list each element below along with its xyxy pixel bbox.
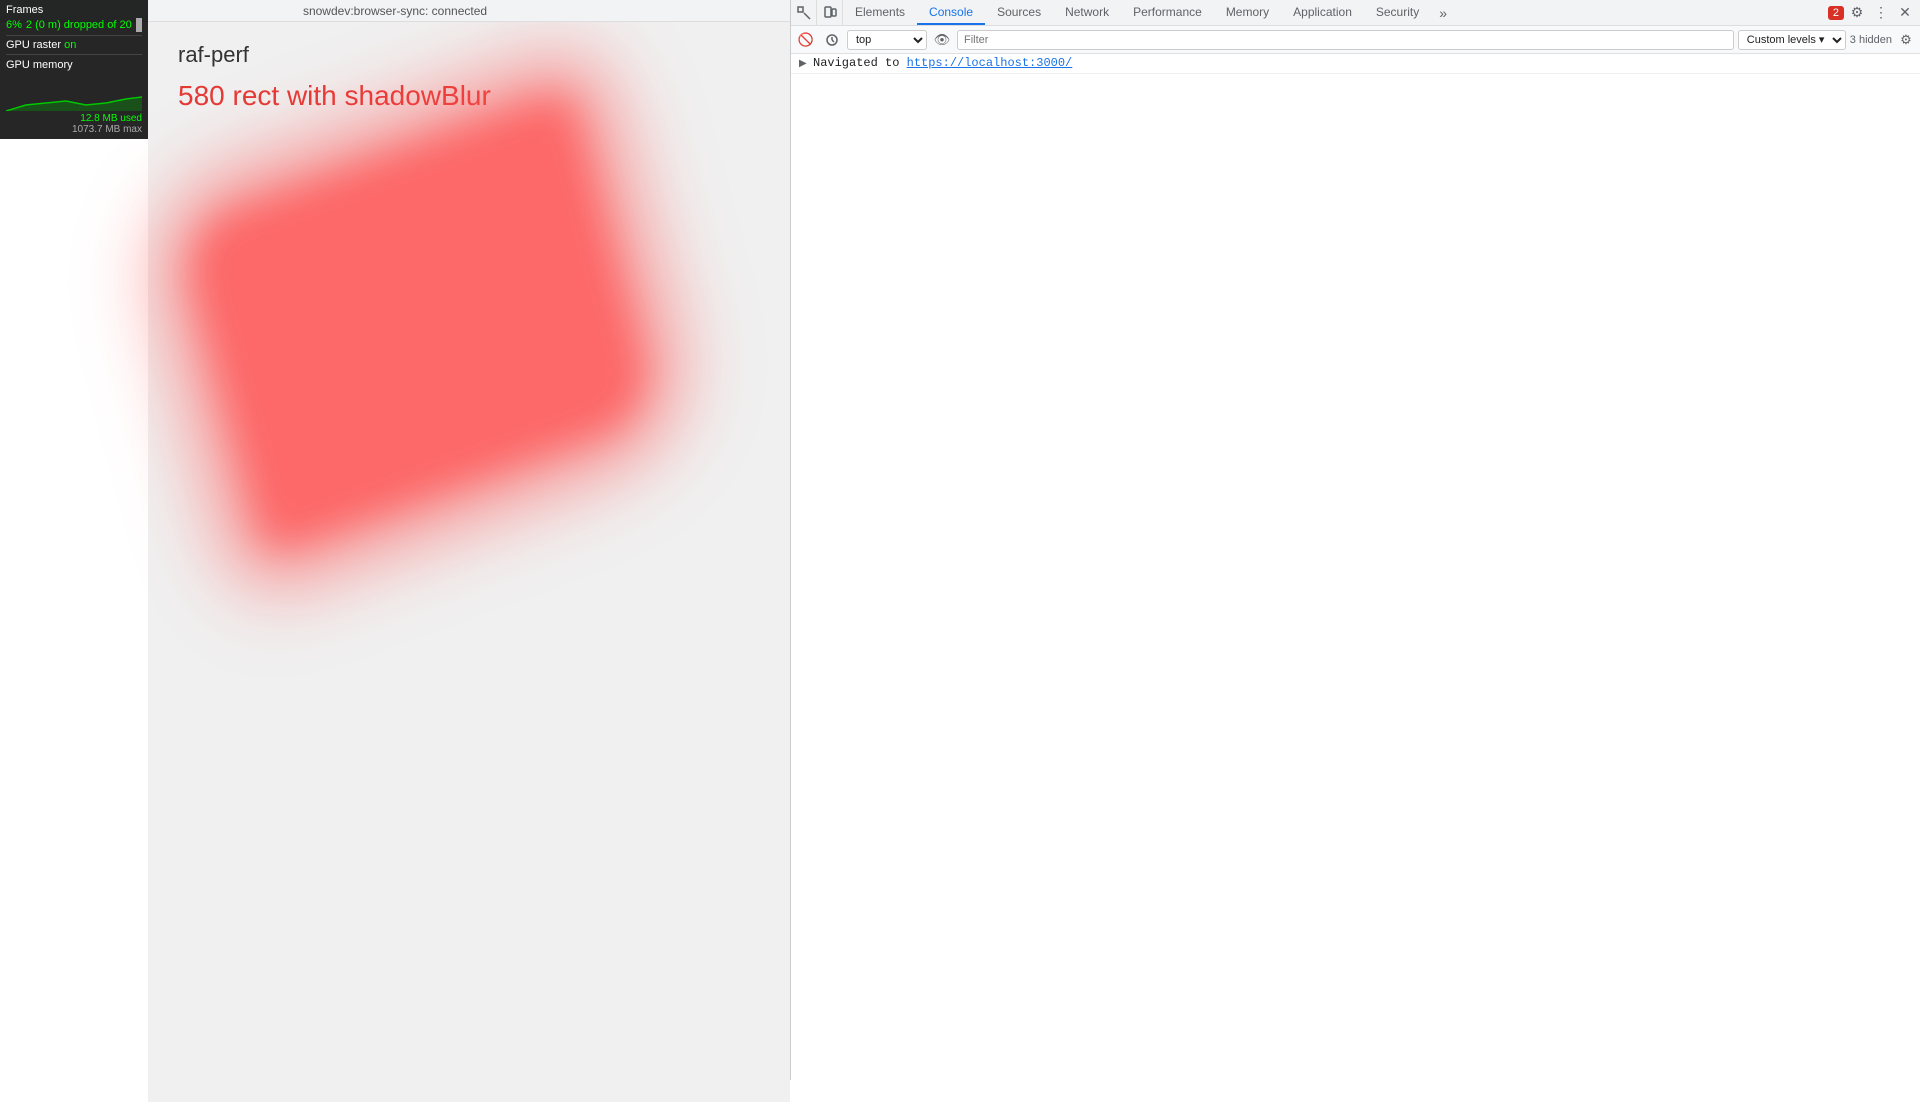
gpu-mem-used: 12.8 MB used xyxy=(80,113,142,124)
status-message: snowdev:browser-sync: connected xyxy=(303,4,487,18)
gpu-mem-max: 1073.7 MB max xyxy=(72,124,142,135)
devtools-more-icon[interactable]: ⋮ xyxy=(1870,2,1892,24)
shadow-rect xyxy=(176,85,659,558)
page-title: raf-perf xyxy=(178,42,760,68)
frames-bar xyxy=(136,18,142,32)
tab-security[interactable]: Security xyxy=(1364,0,1431,25)
device-mode-icon[interactable] xyxy=(817,0,843,25)
log-levels-select[interactable]: Custom levels ▾ xyxy=(1738,30,1846,50)
tab-sources[interactable]: Sources xyxy=(985,0,1053,25)
gpu-overlay: Frames 6% 2 (0 m) dropped of 20 GPU rast… xyxy=(0,0,148,139)
more-tabs-button[interactable]: » xyxy=(1431,0,1455,25)
gpu-mem-values: 12.8 MB used 1073.7 MB max xyxy=(6,113,142,135)
devtools-panel: Elements Console Sources Network Perform… xyxy=(790,0,1920,1080)
console-toolbar: 🚫 top 👁 Custom levels ▾ 3 hidden ⚙ xyxy=(791,26,1920,54)
navigate-url[interactable]: https://localhost:3000/ xyxy=(907,56,1073,70)
console-content[interactable]: ▶ Navigated to https://localhost:3000/ xyxy=(791,54,1920,1080)
devtools-settings-icon[interactable]: ⚙ xyxy=(1846,2,1868,24)
tab-performance[interactable]: Performance xyxy=(1121,0,1214,25)
clear-console-icon[interactable]: 🚫 xyxy=(795,29,817,51)
frames-dropped: 2 (0 m) dropped of 20 xyxy=(26,19,132,31)
hidden-count: 3 hidden xyxy=(1850,34,1892,46)
gpu-raster-label: GPU raster on xyxy=(6,39,142,51)
frames-label: Frames xyxy=(6,4,142,16)
tab-application[interactable]: Application xyxy=(1281,0,1364,25)
navigate-text: Navigated to https://localhost:3000/ xyxy=(813,56,1072,70)
devtools-tabs: Elements Console Sources Network Perform… xyxy=(843,0,1828,25)
gpu-raster-status: on xyxy=(64,39,76,51)
expand-icon[interactable]: ▶ xyxy=(799,56,813,70)
frames-percent: 6% xyxy=(6,19,22,31)
tab-console[interactable]: Console xyxy=(917,0,985,25)
console-settings-icon[interactable]: ⚙ xyxy=(1896,30,1916,50)
context-select[interactable]: top xyxy=(847,30,927,50)
frames-bar-container xyxy=(136,18,142,32)
page-subtitle: 580 rect with shadowBlur xyxy=(178,80,760,112)
preserve-log-icon[interactable] xyxy=(821,29,843,51)
canvas-area xyxy=(178,142,798,522)
inspect-element-icon[interactable] xyxy=(791,0,817,25)
tab-memory[interactable]: Memory xyxy=(1214,0,1281,25)
eye-icon[interactable]: 👁 xyxy=(931,29,953,51)
devtools-topbar: Elements Console Sources Network Perform… xyxy=(791,0,1920,26)
tab-elements[interactable]: Elements xyxy=(843,0,917,25)
gpu-mem-label: GPU memory xyxy=(6,59,142,71)
error-badge[interactable]: 2 xyxy=(1828,6,1844,20)
tab-network[interactable]: Network xyxy=(1053,0,1121,25)
console-navigate-row: ▶ Navigated to https://localhost:3000/ xyxy=(791,54,1920,74)
console-filter-input[interactable] xyxy=(957,30,1734,50)
main-content: raf-perf 580 rect with shadowBlur xyxy=(148,22,790,1102)
devtools-topbar-right: 2 ⚙ ⋮ ✕ xyxy=(1828,0,1920,25)
devtools-close-icon[interactable]: ✕ xyxy=(1894,2,1916,24)
gpu-mem-chart xyxy=(6,73,142,113)
